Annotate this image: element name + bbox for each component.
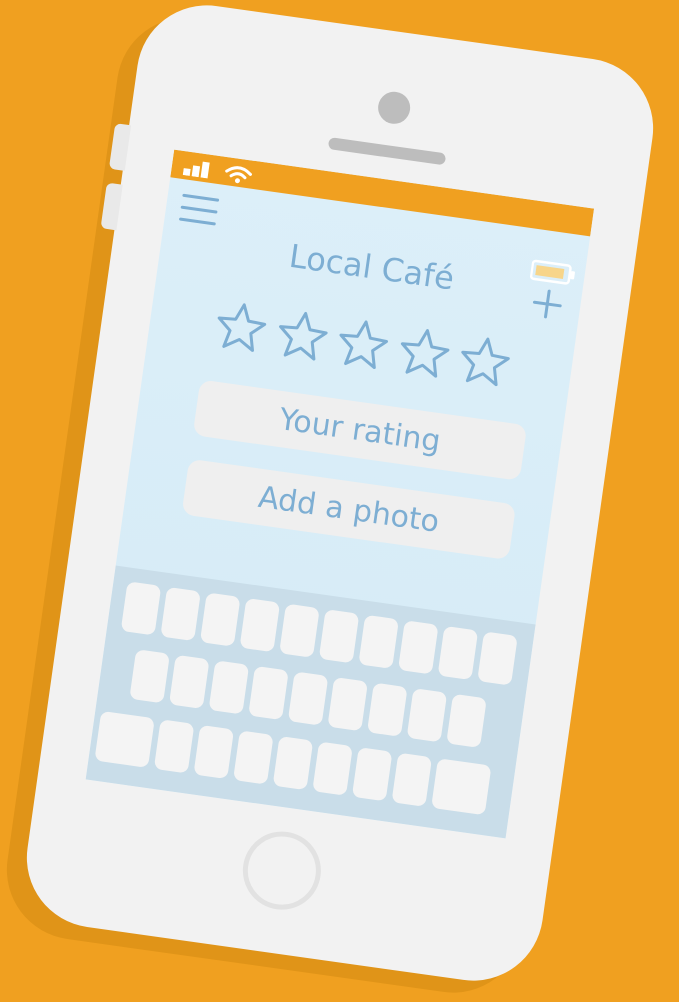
star-icon[interactable] <box>211 297 272 358</box>
wifi-icon <box>225 166 252 184</box>
star-icon[interactable] <box>393 323 454 384</box>
add-photo-label: Add a photo <box>256 479 442 540</box>
keyboard-key[interactable] <box>168 654 210 709</box>
keyboard-key[interactable] <box>477 631 518 686</box>
keyboard-key[interactable] <box>239 598 281 653</box>
keyboard-key[interactable] <box>318 609 360 664</box>
phone-frame: Local Café Your rating Add a photo <box>17 0 663 990</box>
keyboard-key[interactable] <box>397 620 439 675</box>
keyboard <box>85 565 536 839</box>
keyboard-key[interactable] <box>193 724 235 780</box>
your-rating-label: Your rating <box>277 401 443 459</box>
keyboard-key[interactable] <box>233 730 274 785</box>
star-icon[interactable] <box>454 331 515 392</box>
home-button[interactable] <box>237 826 326 915</box>
keyboard-key[interactable] <box>406 688 448 743</box>
keyboard-key[interactable] <box>160 586 201 642</box>
keyboard-key[interactable] <box>199 592 241 647</box>
star-icon[interactable] <box>332 314 393 375</box>
star-icon[interactable] <box>271 306 332 367</box>
keyboard-key[interactable] <box>431 758 492 816</box>
keyboard-key[interactable] <box>129 649 170 704</box>
keyboard-key[interactable] <box>312 741 353 796</box>
keyboard-key[interactable] <box>437 625 479 681</box>
keyboard-key[interactable] <box>272 735 314 791</box>
add-photo-button[interactable]: Add a photo <box>181 458 517 561</box>
star-rating[interactable] <box>210 297 515 398</box>
keyboard-key[interactable] <box>366 682 408 737</box>
keyboard-key[interactable] <box>208 660 250 715</box>
keyboard-key[interactable] <box>279 603 320 658</box>
keyboard-key[interactable] <box>287 671 329 726</box>
keyboard-key[interactable] <box>94 710 155 768</box>
keyboard-key[interactable] <box>153 719 195 774</box>
earpiece-speaker <box>327 137 447 166</box>
keyboard-key[interactable] <box>351 747 393 802</box>
keyboard-key[interactable] <box>327 677 369 732</box>
keyboard-key[interactable] <box>248 665 289 721</box>
front-camera <box>376 89 413 126</box>
keyboard-key[interactable] <box>120 581 162 636</box>
signal-icon <box>182 161 210 179</box>
screen: Local Café Your rating Add a photo <box>85 149 595 839</box>
keyboard-key[interactable] <box>358 614 399 669</box>
keyboard-key[interactable] <box>446 693 487 748</box>
status-bar <box>170 149 595 237</box>
keyboard-key[interactable] <box>391 752 433 807</box>
